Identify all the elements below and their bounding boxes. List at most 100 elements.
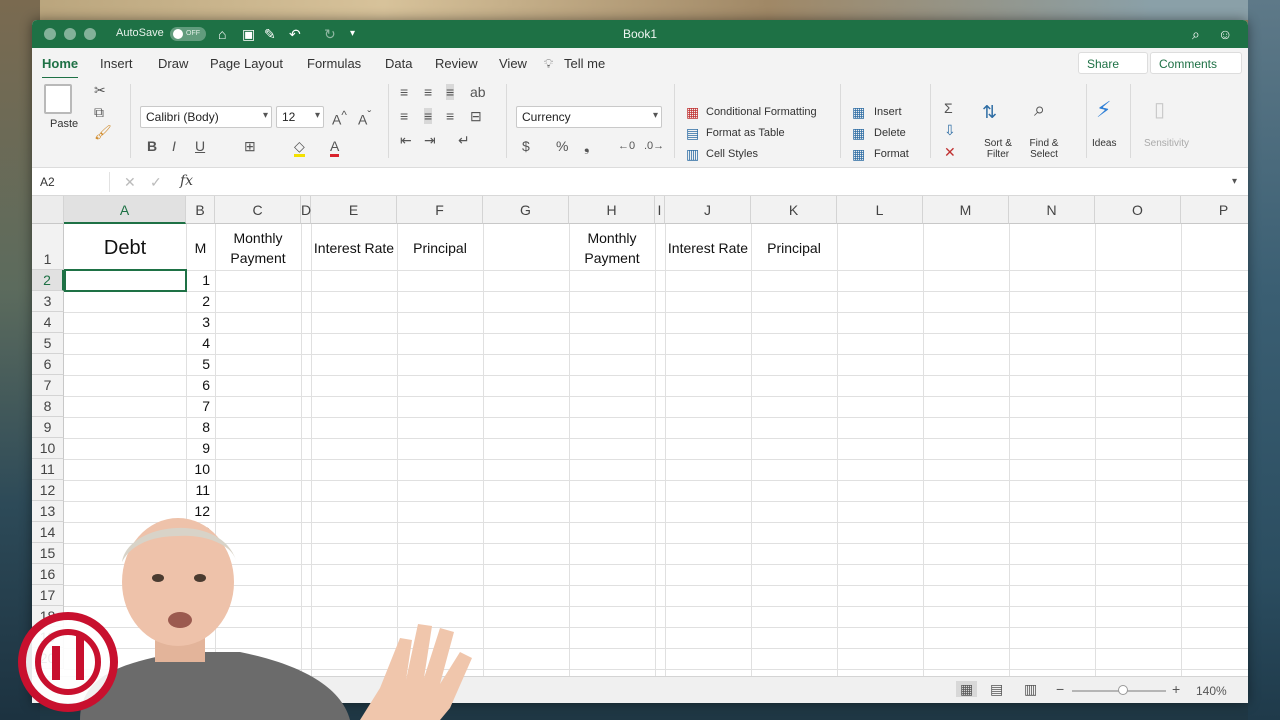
zoom-slider-thumb[interactable] [1118, 685, 1128, 695]
column-header-h[interactable]: H [569, 196, 655, 224]
conditional-formatting-button[interactable]: Conditional Formatting [706, 106, 817, 118]
zoom-level[interactable]: 140% [1196, 684, 1227, 698]
column-header-i[interactable]: I [655, 196, 665, 224]
tab-home[interactable]: Home [42, 56, 79, 80]
column-header-b[interactable]: B [186, 196, 215, 224]
percent-icon[interactable]: % [556, 138, 568, 154]
paste-icon[interactable] [44, 84, 72, 114]
confirm-entry-icon[interactable]: ✓ [150, 174, 162, 190]
column-header-k[interactable]: K [751, 196, 837, 224]
increase-font-icon[interactable]: A^ [332, 108, 347, 128]
cell-b9[interactable]: 8 [186, 419, 214, 435]
increase-decimal-icon[interactable]: ←0 [618, 138, 635, 154]
worksheet-grid[interactable]: A B C D E F G H I J K L M N O P 1 2 3 4 … [32, 196, 1248, 676]
number-format-dropdown[interactable]: Currency [516, 106, 662, 128]
insert-cells-button[interactable]: Insert [874, 106, 902, 118]
cell-b8[interactable]: 7 [186, 398, 214, 414]
cell-e1[interactable]: Interest Rate [311, 225, 397, 271]
align-right-icon[interactable]: ≡ [446, 108, 454, 124]
row-header-11[interactable]: 11 [32, 459, 64, 480]
cell-styles-button[interactable]: Cell Styles [706, 148, 758, 160]
sort-filter-button[interactable]: Sort & Filter [980, 138, 1016, 160]
column-header-j[interactable]: J [665, 196, 751, 224]
align-bottom-icon[interactable]: ≡ [446, 84, 455, 100]
select-all-corner[interactable] [32, 196, 64, 224]
merge-icon[interactable]: ⊟ [470, 108, 482, 124]
format-cells-button[interactable]: Format [874, 148, 909, 160]
insert-function-icon[interactable]: fx [180, 173, 193, 189]
wrap-text-icon[interactable]: ↵ [458, 132, 470, 148]
cell-b1[interactable]: M [186, 225, 215, 271]
decrease-decimal-icon[interactable]: .0→ [644, 138, 664, 154]
column-header-e[interactable]: E [311, 196, 397, 224]
autosum-icon[interactable]: Σ [944, 100, 953, 116]
page-break-view-icon[interactable]: ▥ [1024, 681, 1037, 697]
delete-cells-button[interactable]: Delete [874, 127, 906, 139]
font-size-dropdown[interactable]: 12 [276, 106, 324, 128]
row-header-4[interactable]: 4 [32, 312, 64, 333]
expand-formula-bar-icon[interactable]: ▾ [1232, 174, 1237, 190]
row-header-17[interactable]: 17 [32, 585, 64, 606]
tab-view[interactable]: View [499, 56, 527, 71]
column-header-d[interactable]: D [301, 196, 311, 224]
comments-button[interactable]: Comments [1150, 52, 1242, 74]
search-icon[interactable]: ⌕ [1192, 25, 1200, 43]
orientation-icon[interactable]: ab [470, 84, 486, 100]
cell-h1[interactable]: Monthly Payment [569, 225, 655, 271]
cell-a1[interactable]: Debt [64, 225, 186, 271]
align-left-icon[interactable]: ≡ [400, 108, 408, 124]
tab-insert[interactable]: Insert [100, 56, 133, 71]
row-header-16[interactable]: 16 [32, 564, 64, 585]
decrease-font-icon[interactable]: Aˇ [358, 108, 371, 128]
tab-draw[interactable]: Draw [158, 56, 188, 71]
fill-icon[interactable]: ⇩ [944, 122, 956, 138]
cell-f1[interactable]: Principal [397, 225, 483, 271]
column-header-a[interactable]: A [64, 196, 186, 224]
ideas-button[interactable]: Ideas [1092, 138, 1116, 149]
cell-j1[interactable]: Interest Rate [665, 225, 751, 271]
italic-icon[interactable]: I [172, 138, 176, 154]
underline-icon[interactable]: U [195, 138, 205, 154]
row-header-8[interactable]: 8 [32, 396, 64, 417]
column-header-m[interactable]: M [923, 196, 1009, 224]
align-top-icon[interactable]: ≡ [400, 84, 408, 100]
cell-b10[interactable]: 9 [186, 440, 214, 456]
tab-page-layout[interactable]: Page Layout [210, 56, 283, 71]
selected-cell-a2[interactable] [64, 269, 187, 292]
row-header-2[interactable]: 2 [32, 270, 64, 291]
cell-c1[interactable]: Monthly Payment [215, 225, 301, 271]
formula-input[interactable] [208, 175, 1218, 191]
column-header-f[interactable]: F [397, 196, 483, 224]
bold-icon[interactable]: B [147, 138, 157, 154]
page-layout-view-icon[interactable]: ▤ [990, 681, 1003, 697]
cell-b14[interactable]: 13 [186, 524, 214, 540]
zoom-in-icon[interactable]: + [1172, 681, 1180, 697]
row-header-14[interactable]: 14 [32, 522, 64, 543]
column-header-p[interactable]: P [1181, 196, 1248, 224]
share-button[interactable]: Share [1078, 52, 1148, 74]
cell-b3[interactable]: 2 [186, 293, 214, 309]
row-header-1[interactable]: 1 [32, 224, 64, 270]
column-header-c[interactable]: C [215, 196, 301, 224]
cell-b12[interactable]: 11 [186, 482, 214, 498]
row-header-3[interactable]: 3 [32, 291, 64, 312]
cell-b5[interactable]: 4 [186, 335, 214, 351]
name-box[interactable]: A2 [36, 172, 110, 192]
normal-view-icon[interactable]: ▦ [956, 681, 978, 697]
sensitivity-button[interactable]: Sensitivity [1144, 138, 1189, 149]
zoom-out-icon[interactable]: − [1056, 681, 1064, 697]
cell-b13[interactable]: 12 [186, 503, 214, 519]
font-name-dropdown[interactable]: Calibri (Body) [140, 106, 272, 128]
column-header-l[interactable]: L [837, 196, 923, 224]
user-icon[interactable]: ☺ [1218, 25, 1232, 43]
row-header-15[interactable]: 15 [32, 543, 64, 564]
align-center-icon[interactable]: ≡ [424, 108, 433, 124]
find-select-button[interactable]: Find & Select [1026, 138, 1062, 160]
font-color-icon[interactable]: A [330, 138, 340, 157]
cancel-entry-icon[interactable]: ✕ [124, 174, 136, 190]
tab-review[interactable]: Review [435, 56, 478, 71]
cell-b7[interactable]: 6 [186, 377, 214, 393]
row-header-7[interactable]: 7 [32, 375, 64, 396]
row-header-6[interactable]: 6 [32, 354, 64, 375]
row-header-9[interactable]: 9 [32, 417, 64, 438]
